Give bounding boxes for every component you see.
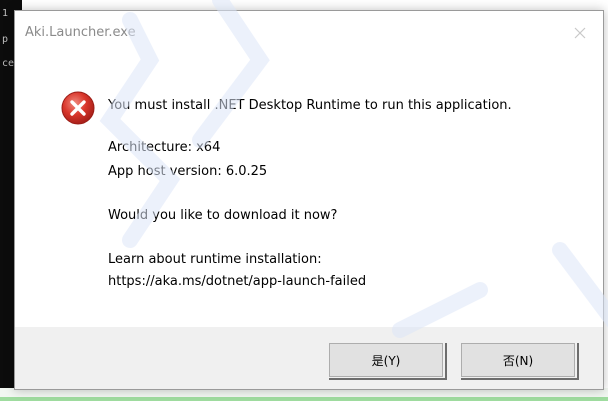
dialog-footer: 是(Y) 否(N) — [15, 327, 603, 389]
close-button[interactable] — [557, 11, 603, 55]
taskbar-accent — [0, 397, 608, 401]
close-icon — [574, 27, 586, 39]
console-line: p — [2, 34, 9, 45]
learn-about-text: Learn about runtime installation: — [108, 252, 322, 267]
error-dialog: Aki.Launcher.exe You must install .NET D… — [14, 10, 604, 390]
dialog-title: Aki.Launcher.exe — [25, 25, 136, 40]
yes-button[interactable]: 是(Y) — [329, 343, 443, 377]
download-question: Would you like to download it now? — [108, 208, 338, 223]
no-button[interactable]: 否(N) — [461, 343, 575, 377]
console-line: ce — [2, 58, 15, 69]
screen: 1 p ce Aki.Launcher.exe You must install… — [0, 0, 608, 401]
architecture-text: Architecture: x64 — [108, 140, 221, 155]
error-message-main: You must install .NET Desktop Runtime to… — [108, 98, 512, 113]
console-line: 1 — [2, 8, 9, 19]
runtime-url: https://aka.ms/dotnet/app-launch-failed — [108, 274, 367, 289]
error-icon — [61, 91, 95, 125]
dialog-content: You must install .NET Desktop Runtime to… — [15, 55, 603, 327]
host-version-text: App host version: 6.0.25 — [108, 164, 268, 179]
dialog-titlebar[interactable]: Aki.Launcher.exe — [15, 11, 603, 55]
